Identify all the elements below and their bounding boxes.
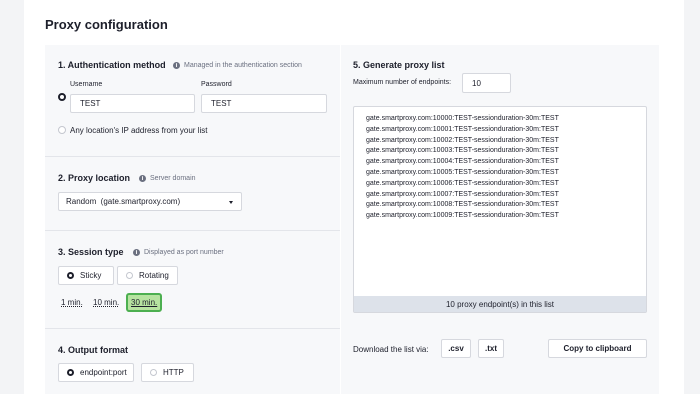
info-icon: i	[133, 249, 140, 256]
page-title: Proxy configuration	[45, 17, 168, 32]
http-radio	[150, 369, 157, 376]
download-csv-button[interactable]: .csv	[441, 339, 471, 358]
output-title: 4. Output format	[58, 345, 128, 355]
output-section	[45, 329, 340, 394]
endpoint-line: gate.smartproxy.com:10005:TEST-sessiondu…	[366, 168, 559, 176]
download-txt-button[interactable]: .txt	[478, 339, 504, 358]
sticky-label: Sticky	[80, 271, 102, 280]
endpoint-line: gate.smartproxy.com:10000:TEST-sessiondu…	[366, 115, 559, 122]
endpoint-line: gate.smartproxy.com:10008:TEST-sessiondu…	[366, 201, 559, 209]
info-icon: i	[173, 62, 180, 69]
auth-userpass-radio[interactable]	[58, 93, 66, 101]
max-endpoints-input[interactable]: 10	[462, 73, 511, 93]
endpoint-port-label: endpoint:port	[80, 368, 127, 377]
endpoint-line: gate.smartproxy.com:10009:TEST-sessiondu…	[366, 212, 559, 220]
info-icon: i	[139, 175, 146, 182]
sticky-radio	[67, 272, 74, 279]
auth-ip-radio[interactable]	[58, 126, 66, 134]
location-hint-text: Server domain	[150, 175, 196, 182]
username-label: Username	[70, 81, 103, 88]
rotating-radio	[126, 272, 133, 279]
rotating-option[interactable]: Rotating	[117, 266, 178, 285]
location-select-value: Random (gate.smartproxy.com)	[66, 197, 181, 206]
http-label: HTTP	[163, 368, 184, 377]
rotating-label: Rotating	[139, 271, 169, 280]
max-endpoints-label: Maximum number of endpoints:	[353, 79, 452, 86]
endpoint-list: gate.smartproxy.com:10000:TEST-sessiondu…	[366, 114, 559, 222]
session-hint-text: Displayed as port number	[144, 249, 224, 256]
endpoint-line: gate.smartproxy.com:10001:TEST-sessiondu…	[366, 125, 559, 133]
generate-title: 5. Generate proxy list	[353, 60, 445, 70]
download-label: Download the list via:	[353, 345, 429, 354]
duration-10min[interactable]: 10 min.	[93, 298, 119, 307]
proxy-list-box[interactable]: gate.smartproxy.com:10000:TEST-sessiondu…	[353, 106, 647, 313]
password-label: Password	[201, 81, 232, 88]
location-title: 2. Proxy location	[58, 173, 131, 183]
auth-title: 1. Authentication method	[58, 60, 166, 70]
password-input[interactable]: TEST	[201, 94, 327, 113]
session-title: 3. Session type	[58, 247, 124, 257]
duration-1min[interactable]: 1 min.	[61, 298, 83, 307]
endpoint-port-radio	[67, 369, 74, 376]
sticky-option[interactable]: Sticky	[58, 266, 114, 285]
http-option[interactable]: HTTP	[141, 363, 194, 382]
endpoint-line: gate.smartproxy.com:10004:TEST-sessiondu…	[366, 158, 559, 166]
location-select[interactable]: Random (gate.smartproxy.com)	[58, 192, 242, 211]
auth-hint-text: Managed in the authentication section	[184, 62, 302, 69]
auth-hint: i Managed in the authentication section	[173, 62, 302, 69]
endpoint-count: 10 proxy endpoint(s) in this list	[354, 296, 646, 312]
endpoint-line: gate.smartproxy.com:10007:TEST-sessiondu…	[366, 190, 559, 198]
session-hint: i Displayed as port number	[133, 249, 224, 256]
copy-to-clipboard-button[interactable]: Copy to clipboard	[548, 339, 647, 358]
endpoint-line: gate.smartproxy.com:10002:TEST-sessiondu…	[366, 136, 559, 144]
endpoint-line: gate.smartproxy.com:10003:TEST-sessiondu…	[366, 147, 559, 155]
chevron-down-icon	[229, 201, 233, 204]
location-hint: i Server domain	[139, 175, 196, 182]
duration-30min[interactable]: 30 min.	[126, 293, 163, 312]
endpoint-port-option[interactable]: endpoint:port	[58, 363, 134, 382]
auth-ip-label: Any location's IP address from your list	[70, 126, 208, 135]
endpoint-line: gate.smartproxy.com:10006:TEST-sessiondu…	[366, 179, 559, 187]
username-input[interactable]: TEST	[70, 94, 195, 113]
